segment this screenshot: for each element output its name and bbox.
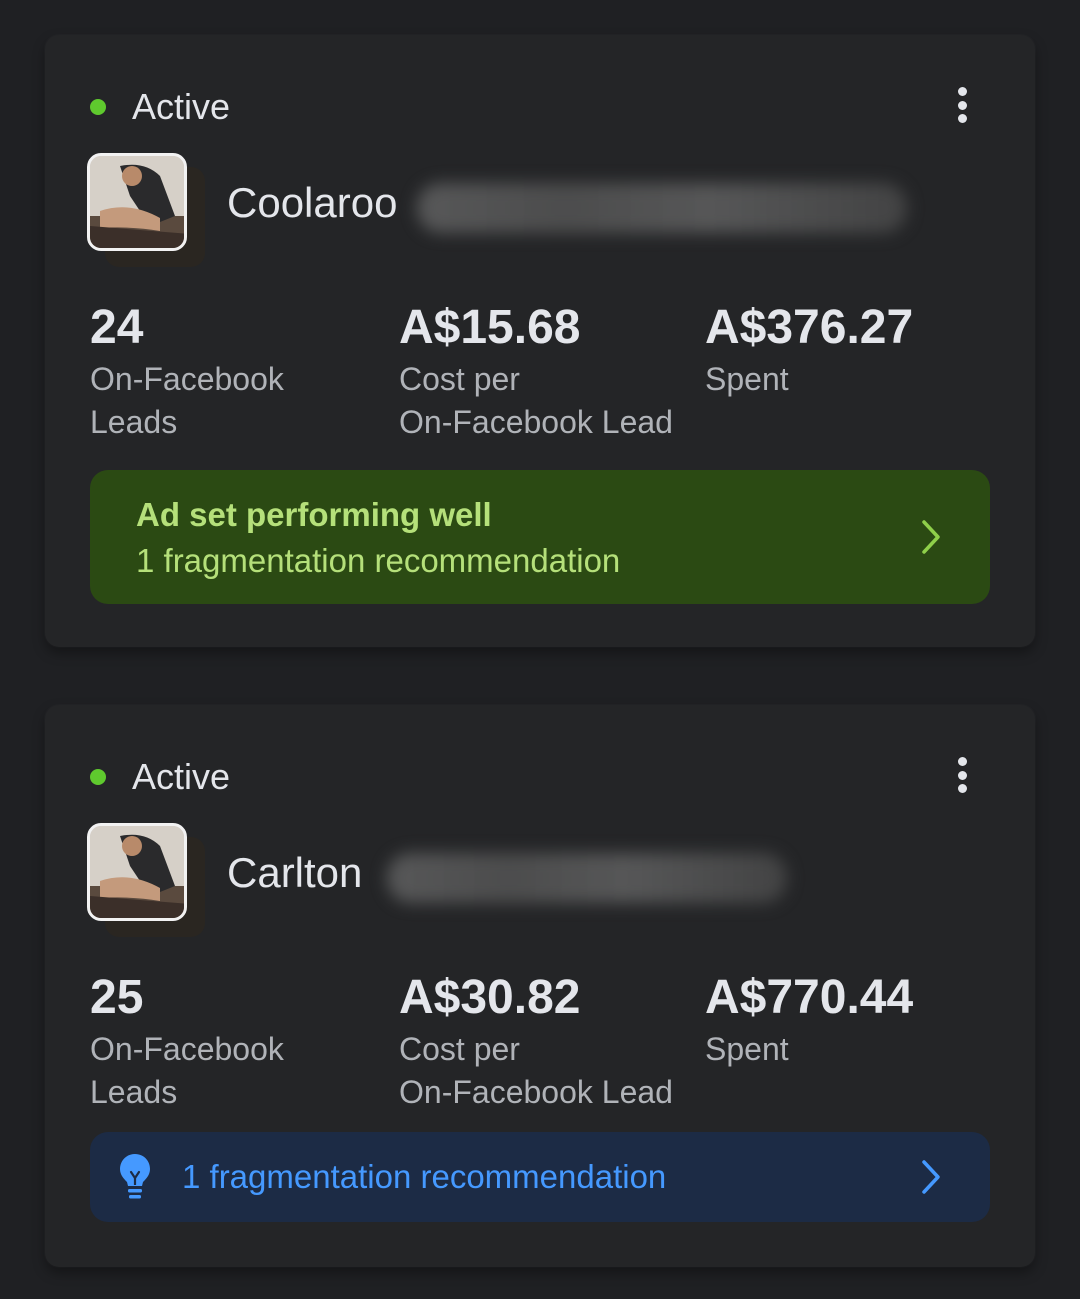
- metrics-row: 24 On-Facebook Leads A$15.68 Cost per On…: [90, 300, 990, 450]
- status-row: Active: [90, 86, 231, 127]
- chevron-right-icon: [922, 1160, 940, 1194]
- adset-card[interactable]: Active Coolaroo 24 On-Facebook Leads A$1…: [45, 35, 1035, 647]
- banner-title: Ad set performing well: [136, 496, 492, 533]
- metric-leads: 25 On-Facebook Leads: [90, 970, 284, 1114]
- status-label: Active: [132, 756, 231, 797]
- adset-header[interactable]: Carlton: [87, 823, 987, 941]
- metric-label: Cost per On-Facebook Lead: [399, 1031, 673, 1110]
- active-status-dot: [90, 769, 106, 785]
- metric-label: On-Facebook Leads: [90, 361, 284, 440]
- adset-header[interactable]: Coolaroo: [87, 153, 987, 271]
- chevron-right-icon: [922, 520, 940, 554]
- metric-cost-per-lead: A$30.82 Cost per On-Facebook Lead: [399, 970, 673, 1114]
- redacted-name-blur: [387, 853, 787, 903]
- more-options-icon[interactable]: [944, 753, 980, 797]
- metric-value: A$770.44: [705, 971, 914, 1024]
- status-label: Active: [132, 86, 231, 127]
- banner-subtitle: 1 fragmentation recommendation: [136, 542, 621, 579]
- banner-subtitle: 1 fragmentation recommendation: [182, 1158, 667, 1195]
- metric-label: Cost per On-Facebook Lead: [399, 361, 673, 440]
- metric-leads: 24 On-Facebook Leads: [90, 300, 284, 444]
- metrics-row: 25 On-Facebook Leads A$30.82 Cost per On…: [90, 970, 990, 1120]
- metric-value: A$30.82: [399, 971, 581, 1024]
- adset-card[interactable]: Active Carlton 25 On-Facebook Leads A$30…: [45, 705, 1035, 1267]
- metric-value: A$376.27: [705, 301, 914, 354]
- recommendation-banner[interactable]: 1 fragmentation recommendation: [90, 1132, 990, 1222]
- adsets-list: Active Coolaroo 24 On-Facebook Leads A$1…: [0, 0, 1080, 1299]
- lightbulb-icon: [120, 1154, 150, 1199]
- adset-thumbnail: [87, 153, 207, 271]
- more-options-icon[interactable]: [944, 83, 980, 127]
- metric-label: Spent: [705, 361, 789, 397]
- active-status-dot: [90, 99, 106, 115]
- metric-value: 25: [90, 971, 144, 1024]
- performance-banner[interactable]: Ad set performing well 1 fragmentation r…: [90, 470, 990, 604]
- status-row: Active: [90, 756, 231, 797]
- metric-spent: A$770.44 Spent: [705, 970, 913, 1071]
- redacted-name-blur: [417, 183, 907, 233]
- metric-spent: A$376.27 Spent: [705, 300, 913, 401]
- metric-cost-per-lead: A$15.68 Cost per On-Facebook Lead: [399, 300, 673, 444]
- metric-label: On-Facebook Leads: [90, 1031, 284, 1110]
- adset-name: Coolaroo: [227, 179, 398, 226]
- metric-value: 24: [90, 301, 144, 354]
- adset-name: Carlton: [227, 849, 363, 896]
- adset-thumbnail: [87, 823, 207, 941]
- metric-value: A$15.68: [399, 301, 581, 354]
- metric-label: Spent: [705, 1031, 789, 1067]
